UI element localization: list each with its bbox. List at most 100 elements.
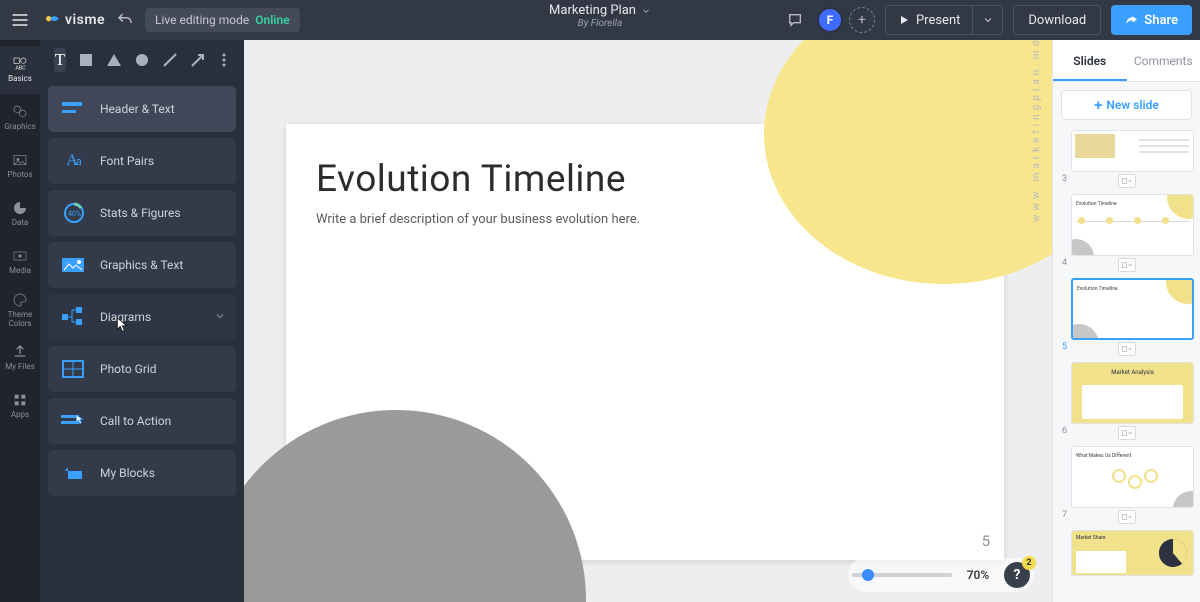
thumb-row-4: 4 Evolution Timeline [1059,194,1194,272]
mode-label: Live editing mode [155,13,249,27]
zoom-slider[interactable] [852,573,952,577]
slide-bottom-gray-circle-deco [244,410,586,602]
slide-thumb-5[interactable]: Evolution Timeline [1071,278,1194,340]
menu-button[interactable] [0,0,40,40]
data-icon [11,200,29,216]
slide-yellow-circle-deco [764,40,1052,284]
slide-title-text[interactable]: Evolution Timeline [316,158,626,201]
slide-thumb-6[interactable]: Market Analysis [1071,362,1194,424]
svg-text:40%: 40% [68,210,81,218]
rail-my-files[interactable]: My Files [0,334,40,382]
tab-comments[interactable]: Comments [1127,40,1200,81]
rail-theme-colors[interactable]: Theme Colors [0,286,40,334]
canvas-area[interactable]: Evolution Timeline Write a brief descrip… [244,40,1052,602]
photo-grid-icon [60,355,88,383]
stats-icon: 40% [60,199,88,227]
editing-mode-pill[interactable]: Live editing mode Online [145,8,300,32]
rail-basics[interactable]: ABC Basics [0,46,40,94]
present-button[interactable]: Present [886,6,972,34]
slide-transition-button[interactable] [1118,174,1136,188]
slide-thumb-3[interactable] [1071,130,1194,172]
top-actions: F + Present Download Share [779,0,1200,40]
rail-data[interactable]: Data [0,190,40,238]
block-category-list: Header & Text Aa Font Pairs 40% Stats & … [40,80,244,502]
cat-diagrams[interactable]: Diagrams [48,294,236,340]
slide-transition-button[interactable] [1118,342,1136,356]
insert-arrow-button[interactable] [190,48,206,72]
zoom-controls: 70% ? 2 [848,558,1034,592]
tool-rail: ABC Basics Graphics Photos Data Media [0,40,40,602]
undo-button[interactable] [111,6,139,34]
slide-transition-button[interactable] [1118,510,1136,524]
slide-transition-button[interactable] [1118,426,1136,440]
slide-description-text[interactable]: Write a brief description of your busine… [316,212,640,227]
zoom-slider-thumb[interactable] [862,569,874,581]
insert-circle-button[interactable] [134,48,150,72]
cat-font-pairs[interactable]: Aa Font Pairs [48,138,236,184]
side-panel: T Header & Text Aa Font Pairs 40% [40,40,244,602]
right-panel: Slides Comments +New slide 3 [1052,40,1200,602]
palette-icon [11,292,29,308]
rail-media[interactable]: Media [0,238,40,286]
slide-thumb-8[interactable]: Market Share [1071,530,1194,576]
chevron-down-icon [982,14,994,26]
new-slide-button[interactable]: +New slide [1061,90,1192,120]
user-avatar[interactable]: F [817,7,843,33]
thumb-number: 7 [1057,510,1067,520]
slide-thumbnails[interactable]: 3 4 Evolution Timeline [1053,128,1200,602]
cat-photo-grid[interactable]: Photo Grid [48,346,236,392]
help-button[interactable]: ? 2 [1004,562,1030,588]
slide-thumb-4[interactable]: Evolution Timeline [1071,194,1194,256]
cta-icon [60,407,88,435]
slide-transition-button[interactable] [1118,258,1136,272]
insert-text-button[interactable]: T [54,48,66,72]
header-text-icon [60,95,88,123]
insert-more-button[interactable] [218,48,230,72]
thumb-number: 3 [1057,174,1067,184]
graphics-text-icon [60,251,88,279]
top-bar: visme Live editing mode Online Marketing… [0,0,1200,40]
cat-graphics-text[interactable]: Graphics & Text [48,242,236,288]
font-pairs-icon: Aa [60,147,88,175]
zoom-value[interactable]: 70% [962,568,994,582]
add-collaborator-button[interactable]: + [849,7,875,33]
diagrams-icon [60,303,88,331]
graphics-icon [11,104,29,120]
brand[interactable]: visme [44,12,105,28]
upload-icon [11,344,29,360]
present-group: Present [885,5,1003,35]
slide-number: 5 [982,532,990,550]
cat-header-text[interactable]: Header & Text [48,86,236,132]
comments-icon-button[interactable] [779,4,811,36]
insert-triangle-button[interactable] [106,48,122,72]
present-label: Present [916,13,960,28]
main-area: ABC Basics Graphics Photos Data Media [0,40,1200,602]
cat-stats[interactable]: 40% Stats & Figures [48,190,236,236]
rail-apps[interactable]: Apps [0,382,40,430]
mode-status: Online [255,13,289,27]
download-button[interactable]: Download [1013,5,1101,35]
cat-my-blocks[interactable]: My Blocks [48,450,236,496]
slide-canvas[interactable]: Evolution Timeline Write a brief descrip… [286,124,1004,560]
cat-cta[interactable]: Call to Action [48,398,236,444]
thumb-row-3: 3 [1059,130,1194,188]
share-button[interactable]: Share [1111,5,1192,35]
thumb-row-7: 7 What Makes Us Different [1059,446,1194,524]
my-blocks-icon [60,459,88,487]
basics-icon: ABC [11,56,29,72]
tab-slides[interactable]: Slides [1053,40,1127,81]
play-icon [898,14,910,26]
project-title-dropdown[interactable]: Marketing Plan By Fiorella [549,4,651,29]
insert-rectangle-button[interactable] [78,48,94,72]
rail-graphics[interactable]: Graphics [0,94,40,142]
slide-side-url: www.marketingplan.md.com [1031,40,1042,222]
rail-photos[interactable]: Photos [0,142,40,190]
slide-thumb-7[interactable]: What Makes Us Different [1071,446,1194,508]
present-options-button[interactable] [972,6,1002,34]
insert-line-button[interactable] [162,48,178,72]
thumb-row-5: 5 Evolution Timeline [1059,278,1194,356]
chevron-down-icon [214,310,226,325]
photos-icon [11,152,29,168]
visme-logo-icon [44,12,60,28]
thumb-number: 6 [1057,426,1067,436]
